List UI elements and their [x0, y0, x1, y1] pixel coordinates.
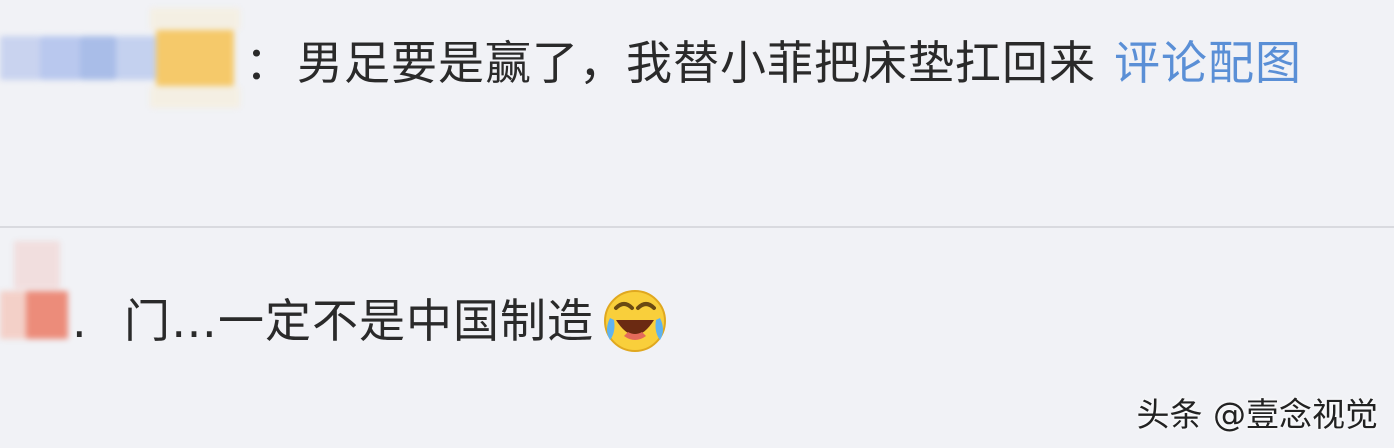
comment-item: ：男足要是赢了，我替小菲把床垫扛回来 评论配图 [0, 0, 1394, 226]
comment-content: ：男足要是赢了，我替小菲把床垫扛回来 评论配图 [245, 33, 1302, 93]
watermark: 头条 @壹念视觉 [1136, 395, 1379, 434]
comment-text: 男足要是赢了，我替小菲把床垫扛回来 [297, 36, 1096, 90]
comment-separator: ： [245, 36, 292, 90]
blurred-username [0, 8, 240, 108]
comment-divider [0, 226, 1394, 228]
comment-content: . 门…一定不是中国制造 [72, 288, 668, 358]
blurred-username [0, 241, 80, 341]
comment-text: 门…一定不是中国制造 [124, 294, 594, 348]
laughing-crying-emoji-icon [602, 288, 668, 354]
view-comment-image-link[interactable]: 评论配图 [1114, 36, 1302, 90]
comment-separator: . [72, 294, 88, 348]
